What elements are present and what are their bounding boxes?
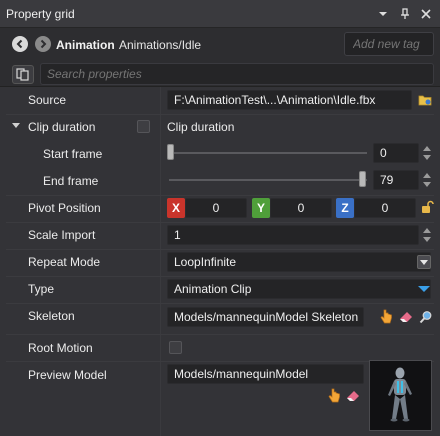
repeat-mode-dropdown[interactable]: LoopInfinite	[167, 252, 431, 272]
start-frame-field[interactable]: 0	[373, 143, 419, 163]
clip-duration-label: Clip duration	[28, 120, 96, 134]
expand-chevron-icon[interactable]	[10, 120, 22, 132]
pivot-z-field[interactable]: 0	[354, 198, 416, 218]
end-frame-slider-thumb[interactable]	[359, 171, 366, 187]
source-label: Source	[28, 93, 67, 107]
skeleton-field[interactable]: Models/mannequinModel Skeleton	[167, 307, 364, 327]
preview-model-label: Preview Model	[28, 368, 107, 382]
eraser-icon[interactable]	[345, 388, 361, 404]
window-title: Property grid	[6, 7, 75, 21]
repeat-mode-label: Repeat Mode	[28, 255, 101, 269]
close-icon[interactable]	[418, 6, 434, 22]
clip-duration-checkbox[interactable]	[137, 120, 150, 133]
magnifier-icon[interactable]	[418, 309, 434, 325]
end-frame-field[interactable]: 79	[373, 170, 419, 190]
row-separator	[6, 303, 434, 304]
row-separator	[6, 249, 434, 250]
start-frame-slider-thumb[interactable]	[167, 144, 174, 160]
row-separator	[6, 222, 434, 223]
type-dropdown-arrow-icon[interactable]	[418, 286, 430, 292]
end-frame-slider-track[interactable]	[169, 179, 367, 181]
scale-import-spinner[interactable]	[422, 226, 432, 244]
type-value: Animation Clip	[174, 282, 252, 296]
pivot-y-field[interactable]: 0	[270, 198, 332, 218]
clip-duration-checkbox-label: Clip duration	[167, 120, 235, 134]
hand-pointer-icon[interactable]	[378, 309, 394, 325]
lock-icon[interactable]	[419, 199, 435, 215]
end-frame-label: End frame	[43, 174, 99, 188]
asset-header: Animation Animations/Idle	[0, 28, 440, 61]
asset-path: Animations/Idle	[119, 38, 202, 52]
row-separator	[6, 195, 434, 196]
asset-type: Animation	[56, 38, 115, 52]
start-frame-label: Start frame	[43, 147, 103, 161]
property-list: Source F:\AnimationTest\...\Animation\Id…	[0, 87, 440, 436]
pivot-x-field[interactable]: 0	[185, 198, 247, 218]
search-bar	[0, 61, 440, 87]
row-separator	[6, 334, 434, 335]
type-dropdown[interactable]: Animation Clip	[167, 279, 431, 299]
scale-import-label: Scale Import	[28, 228, 96, 242]
preview-model-thumbnail[interactable]	[369, 360, 432, 431]
skeleton-label: Skeleton	[28, 309, 75, 323]
repeat-mode-value: LoopInfinite	[174, 255, 237, 269]
repeat-mode-chevron-icon[interactable]	[417, 255, 431, 269]
type-label: Type	[28, 282, 55, 296]
back-icon[interactable]	[12, 36, 28, 52]
root-motion-checkbox[interactable]	[169, 341, 182, 354]
eraser-icon[interactable]	[398, 309, 414, 325]
pivot-z-tag: Z	[336, 198, 354, 218]
end-frame-spinner[interactable]	[422, 171, 432, 189]
search-properties-input[interactable]	[40, 63, 434, 85]
scale-import-field[interactable]: 1	[167, 225, 419, 245]
forward-icon[interactable]	[35, 36, 51, 52]
hand-pointer-icon[interactable]	[326, 388, 342, 404]
root-motion-label: Root Motion	[28, 341, 93, 355]
titlebar: Property grid	[0, 0, 440, 28]
row-separator	[6, 114, 434, 115]
chevron-down-icon[interactable]	[375, 6, 391, 22]
add-tag-input[interactable]	[344, 32, 434, 56]
search-toggle-icon[interactable]	[12, 65, 34, 84]
row-separator	[6, 276, 434, 277]
source-field[interactable]: F:\AnimationTest\...\Animation\Idle.fbx	[167, 90, 412, 110]
start-frame-slider-track[interactable]	[169, 152, 367, 154]
pivot-position-label: Pivot Position	[28, 201, 101, 215]
start-frame-spinner[interactable]	[422, 144, 432, 162]
column-divider	[160, 87, 161, 436]
preview-model-field[interactable]: Models/mannequinModel	[167, 364, 364, 384]
pin-icon[interactable]	[397, 6, 413, 22]
folder-icon[interactable]	[417, 92, 433, 108]
pivot-y-tag: Y	[252, 198, 270, 218]
pivot-x-tag: X	[167, 198, 185, 218]
